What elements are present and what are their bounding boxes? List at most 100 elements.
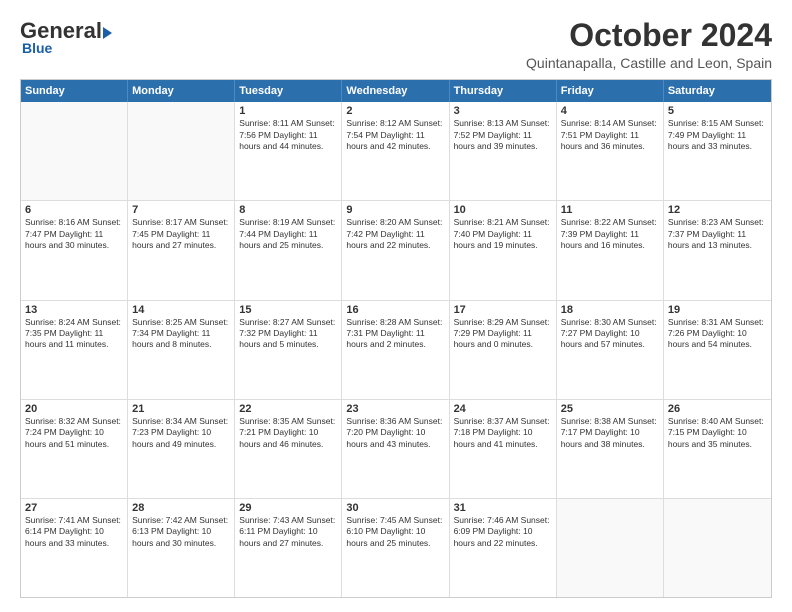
calendar-body: 1Sunrise: 8:11 AM Sunset: 7:56 PM Daylig… <box>21 102 771 597</box>
calendar-cell-4-4: 23Sunrise: 8:36 AM Sunset: 7:20 PM Dayli… <box>342 400 449 498</box>
cell-info: Sunrise: 8:14 AM Sunset: 7:51 PM Dayligh… <box>561 118 659 152</box>
weekday-header-saturday: Saturday <box>664 80 771 102</box>
day-number: 2 <box>346 105 444 117</box>
calendar-cell-5-3: 29Sunrise: 7:43 AM Sunset: 6:11 PM Dayli… <box>235 499 342 597</box>
calendar-cell-4-1: 20Sunrise: 8:32 AM Sunset: 7:24 PM Dayli… <box>21 400 128 498</box>
calendar-cell-2-3: 8Sunrise: 8:19 AM Sunset: 7:44 PM Daylig… <box>235 201 342 299</box>
cell-info: Sunrise: 8:27 AM Sunset: 7:32 PM Dayligh… <box>239 317 337 351</box>
day-number: 9 <box>346 204 444 216</box>
logo-blue: Blue <box>20 40 52 56</box>
weekday-header-thursday: Thursday <box>450 80 557 102</box>
cell-info: Sunrise: 8:40 AM Sunset: 7:15 PM Dayligh… <box>668 416 767 450</box>
day-number: 1 <box>239 105 337 117</box>
calendar-header: SundayMondayTuesdayWednesdayThursdayFrid… <box>21 80 771 102</box>
day-number: 24 <box>454 403 552 415</box>
day-number: 30 <box>346 502 444 514</box>
cell-info: Sunrise: 8:13 AM Sunset: 7:52 PM Dayligh… <box>454 118 552 152</box>
cell-info: Sunrise: 8:19 AM Sunset: 7:44 PM Dayligh… <box>239 217 337 251</box>
logo: General Blue <box>20 18 112 56</box>
cell-info: Sunrise: 7:46 AM Sunset: 6:09 PM Dayligh… <box>454 515 552 549</box>
day-number: 6 <box>25 204 123 216</box>
day-number: 16 <box>346 304 444 316</box>
calendar-cell-5-2: 28Sunrise: 7:42 AM Sunset: 6:13 PM Dayli… <box>128 499 235 597</box>
cell-info: Sunrise: 7:43 AM Sunset: 6:11 PM Dayligh… <box>239 515 337 549</box>
day-number: 21 <box>132 403 230 415</box>
calendar-cell-1-6: 4Sunrise: 8:14 AM Sunset: 7:51 PM Daylig… <box>557 102 664 200</box>
calendar-cell-2-6: 11Sunrise: 8:22 AM Sunset: 7:39 PM Dayli… <box>557 201 664 299</box>
day-number: 29 <box>239 502 337 514</box>
calendar-cell-4-6: 25Sunrise: 8:38 AM Sunset: 7:17 PM Dayli… <box>557 400 664 498</box>
day-number: 19 <box>668 304 767 316</box>
cell-info: Sunrise: 8:15 AM Sunset: 7:49 PM Dayligh… <box>668 118 767 152</box>
calendar: SundayMondayTuesdayWednesdayThursdayFrid… <box>20 79 772 598</box>
weekday-header-tuesday: Tuesday <box>235 80 342 102</box>
calendar-cell-4-7: 26Sunrise: 8:40 AM Sunset: 7:15 PM Dayli… <box>664 400 771 498</box>
cell-info: Sunrise: 8:31 AM Sunset: 7:26 PM Dayligh… <box>668 317 767 351</box>
calendar-cell-3-4: 16Sunrise: 8:28 AM Sunset: 7:31 PM Dayli… <box>342 301 449 399</box>
cell-info: Sunrise: 8:21 AM Sunset: 7:40 PM Dayligh… <box>454 217 552 251</box>
cell-info: Sunrise: 8:37 AM Sunset: 7:18 PM Dayligh… <box>454 416 552 450</box>
cell-info: Sunrise: 8:36 AM Sunset: 7:20 PM Dayligh… <box>346 416 444 450</box>
cell-info: Sunrise: 8:38 AM Sunset: 7:17 PM Dayligh… <box>561 416 659 450</box>
location: Quintanapalla, Castille and Leon, Spain <box>526 55 772 71</box>
calendar-cell-1-4: 2Sunrise: 8:12 AM Sunset: 7:54 PM Daylig… <box>342 102 449 200</box>
day-number: 15 <box>239 304 337 316</box>
weekday-header-monday: Monday <box>128 80 235 102</box>
calendar-cell-1-1 <box>21 102 128 200</box>
day-number: 5 <box>668 105 767 117</box>
calendar-row-1: 1Sunrise: 8:11 AM Sunset: 7:56 PM Daylig… <box>21 102 771 201</box>
weekday-header-sunday: Sunday <box>21 80 128 102</box>
calendar-cell-3-5: 17Sunrise: 8:29 AM Sunset: 7:29 PM Dayli… <box>450 301 557 399</box>
calendar-cell-2-4: 9Sunrise: 8:20 AM Sunset: 7:42 PM Daylig… <box>342 201 449 299</box>
calendar-cell-3-7: 19Sunrise: 8:31 AM Sunset: 7:26 PM Dayli… <box>664 301 771 399</box>
title-block: October 2024 Quintanapalla, Castille and… <box>526 18 772 71</box>
calendar-cell-1-5: 3Sunrise: 8:13 AM Sunset: 7:52 PM Daylig… <box>450 102 557 200</box>
cell-info: Sunrise: 8:17 AM Sunset: 7:45 PM Dayligh… <box>132 217 230 251</box>
day-number: 11 <box>561 204 659 216</box>
day-number: 20 <box>25 403 123 415</box>
cell-info: Sunrise: 7:41 AM Sunset: 6:14 PM Dayligh… <box>25 515 123 549</box>
day-number: 17 <box>454 304 552 316</box>
calendar-cell-1-3: 1Sunrise: 8:11 AM Sunset: 7:56 PM Daylig… <box>235 102 342 200</box>
day-number: 14 <box>132 304 230 316</box>
logo-arrow-icon <box>103 27 112 39</box>
page: General Blue October 2024 Quintanapalla,… <box>0 0 792 612</box>
day-number: 18 <box>561 304 659 316</box>
day-number: 12 <box>668 204 767 216</box>
calendar-cell-3-6: 18Sunrise: 8:30 AM Sunset: 7:27 PM Dayli… <box>557 301 664 399</box>
day-number: 26 <box>668 403 767 415</box>
calendar-row-3: 13Sunrise: 8:24 AM Sunset: 7:35 PM Dayli… <box>21 301 771 400</box>
day-number: 13 <box>25 304 123 316</box>
cell-info: Sunrise: 8:29 AM Sunset: 7:29 PM Dayligh… <box>454 317 552 351</box>
day-number: 7 <box>132 204 230 216</box>
cell-info: Sunrise: 8:24 AM Sunset: 7:35 PM Dayligh… <box>25 317 123 351</box>
cell-info: Sunrise: 8:22 AM Sunset: 7:39 PM Dayligh… <box>561 217 659 251</box>
calendar-cell-5-4: 30Sunrise: 7:45 AM Sunset: 6:10 PM Dayli… <box>342 499 449 597</box>
day-number: 23 <box>346 403 444 415</box>
calendar-row-5: 27Sunrise: 7:41 AM Sunset: 6:14 PM Dayli… <box>21 499 771 597</box>
cell-info: Sunrise: 7:42 AM Sunset: 6:13 PM Dayligh… <box>132 515 230 549</box>
day-number: 10 <box>454 204 552 216</box>
day-number: 27 <box>25 502 123 514</box>
day-number: 22 <box>239 403 337 415</box>
cell-info: Sunrise: 8:25 AM Sunset: 7:34 PM Dayligh… <box>132 317 230 351</box>
calendar-cell-2-1: 6Sunrise: 8:16 AM Sunset: 7:47 PM Daylig… <box>21 201 128 299</box>
calendar-cell-5-5: 31Sunrise: 7:46 AM Sunset: 6:09 PM Dayli… <box>450 499 557 597</box>
calendar-row-2: 6Sunrise: 8:16 AM Sunset: 7:47 PM Daylig… <box>21 201 771 300</box>
calendar-row-4: 20Sunrise: 8:32 AM Sunset: 7:24 PM Dayli… <box>21 400 771 499</box>
weekday-header-wednesday: Wednesday <box>342 80 449 102</box>
cell-info: Sunrise: 8:23 AM Sunset: 7:37 PM Dayligh… <box>668 217 767 251</box>
calendar-cell-2-5: 10Sunrise: 8:21 AM Sunset: 7:40 PM Dayli… <box>450 201 557 299</box>
calendar-cell-2-7: 12Sunrise: 8:23 AM Sunset: 7:37 PM Dayli… <box>664 201 771 299</box>
header: General Blue October 2024 Quintanapalla,… <box>20 18 772 71</box>
calendar-cell-1-7: 5Sunrise: 8:15 AM Sunset: 7:49 PM Daylig… <box>664 102 771 200</box>
day-number: 31 <box>454 502 552 514</box>
day-number: 28 <box>132 502 230 514</box>
month-title: October 2024 <box>526 18 772 53</box>
calendar-cell-4-3: 22Sunrise: 8:35 AM Sunset: 7:21 PM Dayli… <box>235 400 342 498</box>
weekday-header-friday: Friday <box>557 80 664 102</box>
calendar-cell-4-5: 24Sunrise: 8:37 AM Sunset: 7:18 PM Dayli… <box>450 400 557 498</box>
cell-info: Sunrise: 8:28 AM Sunset: 7:31 PM Dayligh… <box>346 317 444 351</box>
day-number: 3 <box>454 105 552 117</box>
calendar-cell-3-2: 14Sunrise: 8:25 AM Sunset: 7:34 PM Dayli… <box>128 301 235 399</box>
